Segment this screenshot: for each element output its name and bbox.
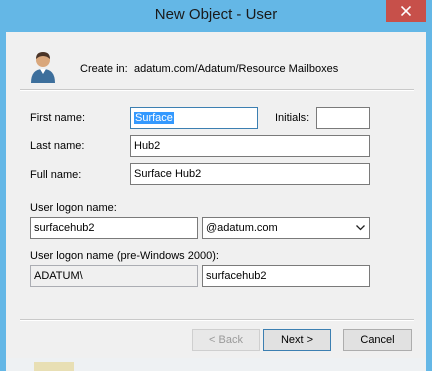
close-icon [401, 6, 411, 16]
cancel-button[interactable]: Cancel [343, 329, 412, 351]
logon-pre2000-field[interactable]: surfacehub2 [202, 265, 370, 287]
new-object-user-window: New Object - User Create in: adatum.com/… [0, 0, 432, 371]
background-item [34, 362, 74, 371]
first-name-label: First name: [30, 112, 86, 124]
background-window-strip [6, 358, 426, 371]
create-in-path: adatum.com/Adatum/Resource Mailboxes [134, 63, 339, 75]
domain-select[interactable]: @adatum.com [202, 217, 370, 239]
first-name-field[interactable]: Surface [130, 107, 258, 129]
divider [20, 319, 414, 321]
user-avatar-icon [31, 52, 55, 83]
full-name-label: Full name: [30, 169, 82, 181]
back-button[interactable]: < Back [192, 329, 260, 351]
divider [20, 89, 414, 91]
dialog-body: Create in: adatum.com/Adatum/Resource Ma… [6, 32, 426, 358]
title-bar[interactable]: New Object - User [0, 0, 432, 32]
create-in-label: Create in: [80, 63, 128, 75]
full-name-field[interactable]: Surface Hub2 [130, 163, 370, 185]
last-name-label: Last name: [30, 140, 85, 152]
domain-value: @adatum.com [206, 222, 278, 234]
chevron-down-icon [356, 225, 365, 231]
domain-prefix-field: ADATUM\ [30, 265, 198, 287]
logon-pre2000-label: User logon name (pre-Windows 2000): [30, 250, 219, 262]
initials-label: Initials: [275, 112, 310, 124]
first-name-value: Surface [134, 112, 174, 124]
close-button[interactable] [386, 0, 426, 22]
logon-name-field[interactable]: surfacehub2 [30, 217, 198, 239]
next-button[interactable]: Next > [263, 329, 331, 351]
initials-field[interactable] [316, 107, 370, 129]
window-title: New Object - User [154, 6, 278, 23]
last-name-field[interactable]: Hub2 [130, 135, 370, 157]
logon-name-label: User logon name: [30, 202, 117, 214]
